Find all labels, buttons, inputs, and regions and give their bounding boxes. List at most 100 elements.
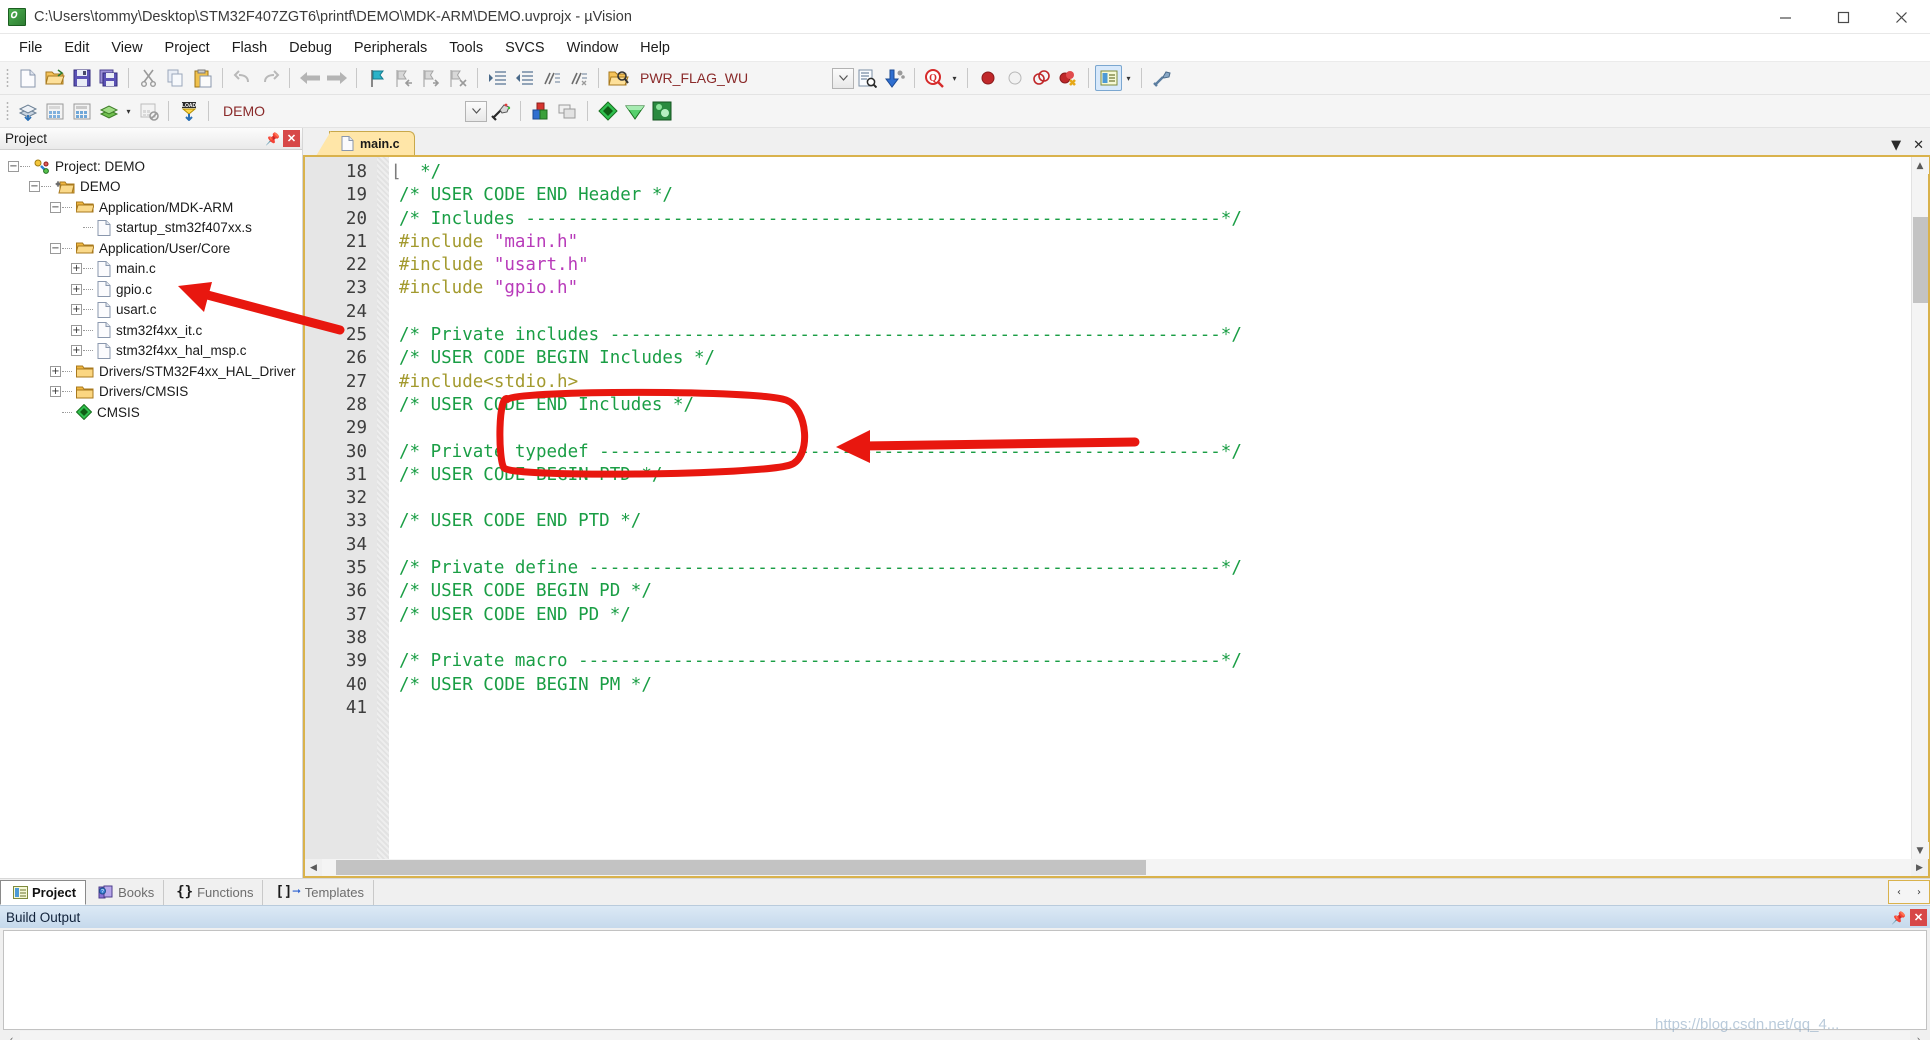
zoom-search-icon[interactable]: Q	[921, 65, 948, 91]
horizontal-scroll-track[interactable]	[322, 859, 1911, 876]
code-line[interactable]: /* Private macro -----------------------…	[389, 650, 1911, 673]
tree-item[interactable]: + stm32f4xx_hal_msp.c	[0, 341, 302, 362]
close-icon[interactable]: ✕	[283, 130, 300, 147]
scroll-down-arrow[interactable]: ▼	[1911, 842, 1929, 859]
horizontal-scroll-thumb[interactable]	[336, 860, 1146, 875]
build-icon[interactable]	[41, 98, 68, 124]
code-line[interactable]: #include<stdio.h>	[389, 371, 1911, 394]
fold-marker[interactable]: ⌊	[391, 161, 402, 184]
manage-rte-icon[interactable]	[621, 98, 648, 124]
bookmark-next-icon[interactable]	[417, 65, 444, 91]
rebuild-icon[interactable]	[68, 98, 95, 124]
zoom-dropdown-arrow[interactable]: ▾	[948, 65, 961, 91]
download-load-icon[interactable]: LOAD	[175, 98, 202, 124]
code-line[interactable]: /* USER CODE END Includes */	[389, 394, 1911, 417]
collapse-icon[interactable]: −	[50, 242, 61, 254]
pack-installer-icon[interactable]	[594, 98, 621, 124]
editor-vertical-scrollbar[interactable]: ▲ ▼	[1911, 157, 1929, 859]
code-text[interactable]: ⌊ */ /* USER CODE END Header *//* Include…	[389, 157, 1911, 859]
search-box-text[interactable]: PWR_FLAG_WU	[632, 67, 832, 89]
expand-icon[interactable]: +	[71, 345, 82, 357]
scroll-up-arrow[interactable]: ▲	[1911, 157, 1929, 174]
code-line[interactable]	[389, 627, 1911, 650]
find-next-icon[interactable]	[881, 65, 908, 91]
code-line[interactable]: /* USER CODE BEGIN PTD */	[389, 464, 1911, 487]
project-tree[interactable]: − Project: DEMO − DEMO − Application/MDK-ARM s…	[0, 150, 302, 878]
build-output-scrollbar[interactable]: ‹ ›	[3, 1030, 1927, 1040]
save-icon[interactable]	[68, 65, 95, 91]
tab-list-button[interactable]: ▼	[1891, 138, 1901, 153]
expand-icon[interactable]: +	[71, 324, 82, 336]
tree-item[interactable]: startup_stm32f407xx.s	[0, 218, 302, 239]
menu-view[interactable]: View	[100, 37, 153, 59]
tab-main-c[interactable]: main.c	[316, 131, 415, 156]
code-line[interactable]: /* USER CODE END PTD */	[389, 510, 1911, 533]
collapse-icon[interactable]: −	[8, 160, 19, 172]
scroll-left-arrow[interactable]: ‹	[3, 1031, 20, 1040]
build-output-text[interactable]	[3, 930, 1927, 1030]
menu-tools[interactable]: Tools	[438, 37, 494, 59]
code-line[interactable]	[389, 534, 1911, 557]
code-line[interactable]: /* Private define ----------------------…	[389, 557, 1911, 580]
minimize-button[interactable]	[1756, 0, 1814, 34]
navigate-back-icon[interactable]	[296, 65, 323, 91]
panel-tab-scroll-left[interactable]: ‹	[1889, 881, 1909, 903]
bookmark-prev-icon[interactable]	[390, 65, 417, 91]
bookmark-toggle-icon[interactable]	[363, 65, 390, 91]
target-selector-text[interactable]: DEMO	[215, 100, 365, 122]
comment-icon[interactable]	[538, 65, 565, 91]
menu-window[interactable]: Window	[556, 37, 630, 59]
manage-project-items-icon[interactable]	[527, 98, 554, 124]
uncomment-icon[interactable]	[565, 65, 592, 91]
code-line[interactable]: /* USER CODE BEGIN PM */	[389, 674, 1911, 697]
collapse-icon[interactable]: −	[29, 181, 40, 193]
collapse-icon[interactable]: −	[50, 201, 61, 213]
scroll-right-arrow[interactable]: ›	[1910, 1031, 1927, 1040]
tree-item[interactable]: − Application/User/Core	[0, 238, 302, 259]
copy-icon[interactable]	[162, 65, 189, 91]
menu-flash[interactable]: Flash	[221, 37, 278, 59]
scroll-left-arrow[interactable]: ◀	[305, 859, 322, 876]
code-line[interactable]: /* USER CODE BEGIN Includes */	[389, 347, 1911, 370]
close-icon[interactable]: ✕	[1910, 909, 1927, 926]
code-line[interactable]	[389, 417, 1911, 440]
open-file-icon[interactable]	[41, 65, 68, 91]
search-history-dropdown[interactable]	[832, 67, 854, 89]
kill-all-breakpoints-icon[interactable]	[1055, 65, 1082, 91]
tree-item[interactable]: + main.c	[0, 259, 302, 280]
maximize-button[interactable]	[1814, 0, 1872, 34]
code-line[interactable]: #include "gpio.h"	[389, 277, 1911, 300]
find-in-files-icon[interactable]	[605, 65, 632, 91]
tree-item[interactable]: + stm32f4xx_it.c	[0, 320, 302, 341]
disable-breakpoint-icon[interactable]	[1001, 65, 1028, 91]
code-line[interactable]: /* Private includes --------------------…	[389, 324, 1911, 347]
expand-icon[interactable]: +	[50, 365, 61, 377]
software-packs-icon[interactable]	[648, 98, 675, 124]
stop-build-icon[interactable]	[135, 98, 162, 124]
code-line[interactable]: /* USER CODE BEGIN PD */	[389, 580, 1911, 603]
scroll-right-arrow[interactable]: ▶	[1911, 859, 1928, 876]
menu-help[interactable]: Help	[629, 37, 681, 59]
tab-books[interactable]: ? Books	[86, 879, 165, 905]
cut-icon[interactable]	[135, 65, 162, 91]
menu-svcs[interactable]: SVCS	[494, 37, 556, 59]
tree-item[interactable]: + gpio.c	[0, 279, 302, 300]
code-line[interactable]: /* USER CODE END Header */	[389, 184, 1911, 207]
tree-item[interactable]: − Project: DEMO	[0, 156, 302, 177]
code-line[interactable]: /* Private typedef ---------------------…	[389, 441, 1911, 464]
code-line[interactable]: /* USER CODE END PD */	[389, 604, 1911, 627]
undo-icon[interactable]	[229, 65, 256, 91]
tab-functions[interactable]: {} Functions	[164, 879, 264, 905]
expand-icon[interactable]: +	[50, 386, 61, 398]
tab-close-button[interactable]: ✕	[1913, 138, 1924, 153]
redo-icon[interactable]	[256, 65, 283, 91]
code-line[interactable]: #include "usart.h"	[389, 254, 1911, 277]
manage-windows-icon[interactable]	[1095, 65, 1122, 91]
disable-all-breakpoints-icon[interactable]	[1028, 65, 1055, 91]
pin-icon[interactable]: 📌	[264, 130, 281, 147]
close-button[interactable]	[1872, 0, 1930, 34]
editor-horizontal-scrollbar[interactable]: ◀ ▶	[303, 859, 1930, 878]
code-line[interactable]	[389, 301, 1911, 324]
translate-icon[interactable]	[14, 98, 41, 124]
new-file-icon[interactable]	[14, 65, 41, 91]
